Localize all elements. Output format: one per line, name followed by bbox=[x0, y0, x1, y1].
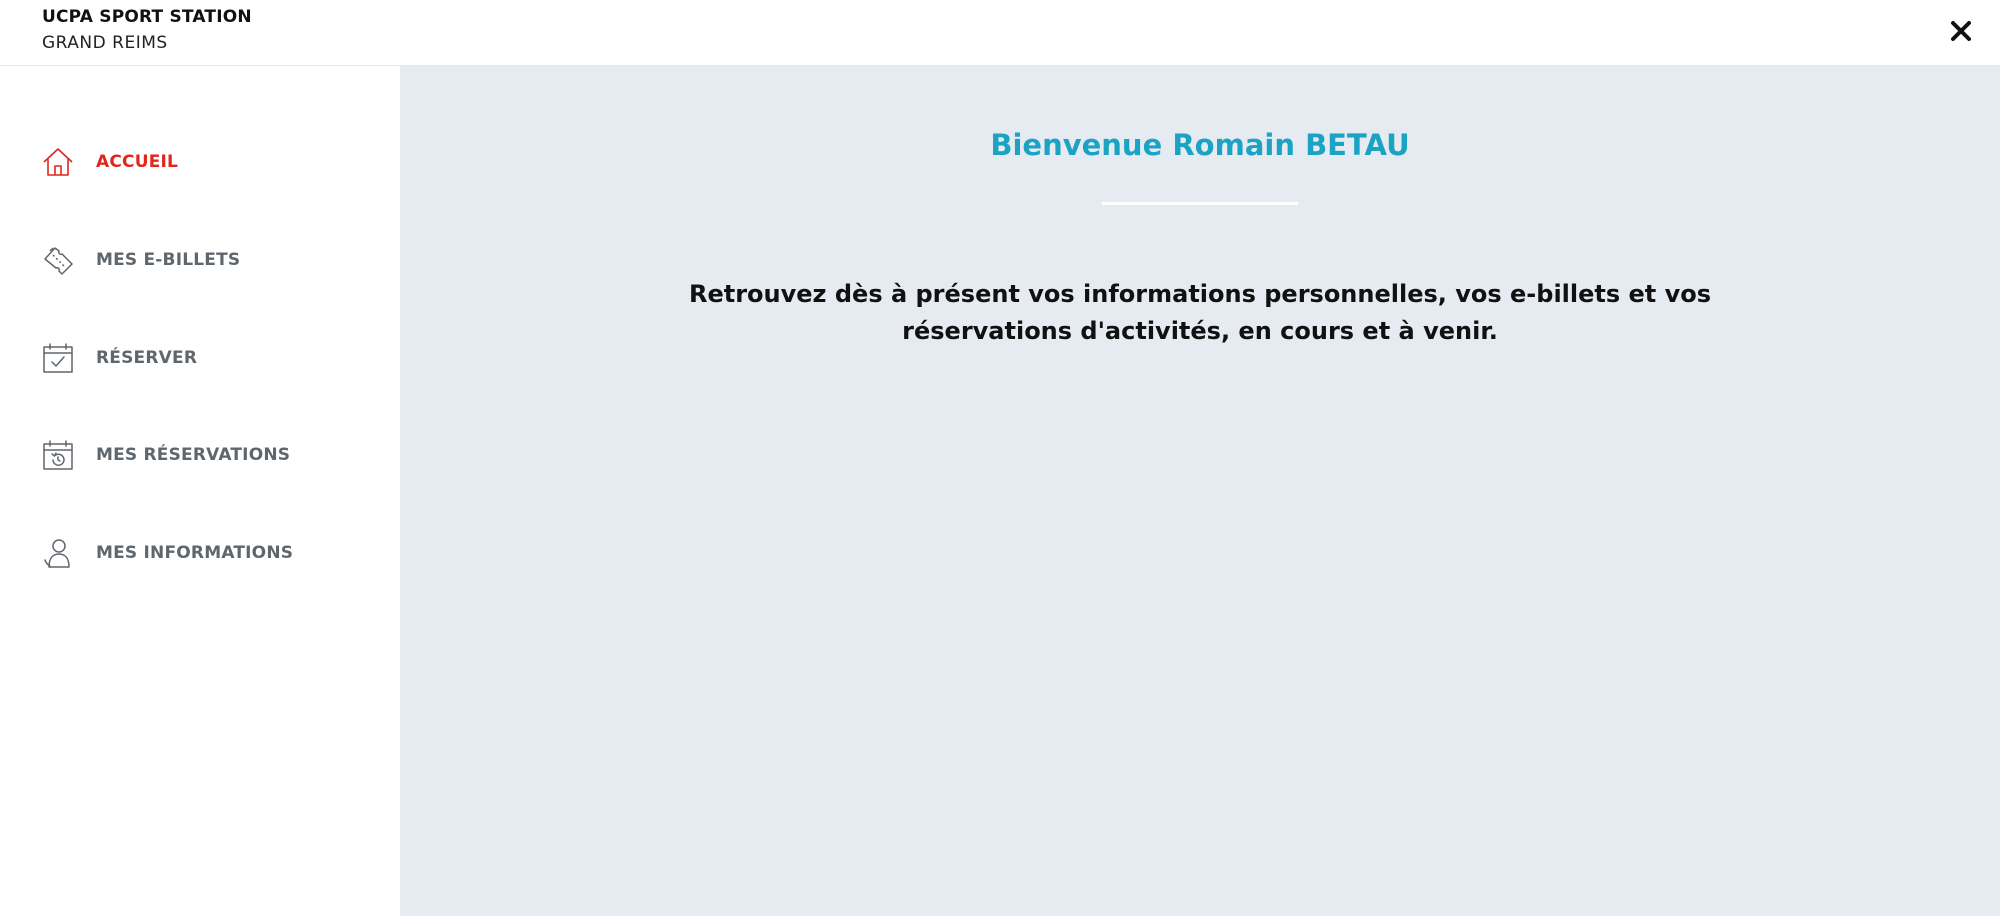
sidebar-item-reserver[interactable]: RÉSERVER bbox=[40, 336, 380, 380]
sidebar-item-label: ACCUEIL bbox=[96, 152, 179, 172]
sidebar-item-label: MES INFORMATIONS bbox=[96, 543, 294, 563]
main-content: Bienvenue Romain BETAU Retrouvez dès à p… bbox=[400, 66, 2000, 916]
calendar-history-icon bbox=[40, 437, 76, 473]
sidebar-item-label: RÉSERVER bbox=[96, 348, 198, 368]
top-header: UCPA SPORT STATION GRAND REIMS bbox=[0, 0, 2000, 66]
calendar-check-icon bbox=[40, 340, 76, 376]
intro-text: Retrouvez dès à présent vos informations… bbox=[688, 280, 1712, 345]
sidebar-item-mes-reservations[interactable]: MES RÉSERVATIONS bbox=[40, 433, 380, 477]
sidebar-nav: ACCUEIL MES E-BILLETS RÉSERVER MES RÉSER… bbox=[0, 66, 400, 916]
welcome-title: Bienvenue Romain BETAU bbox=[990, 128, 1410, 162]
user-icon bbox=[40, 535, 76, 571]
ticket-icon bbox=[40, 242, 76, 278]
sidebar-item-accueil[interactable]: ACCUEIL bbox=[40, 140, 380, 184]
close-icon bbox=[1951, 21, 1971, 41]
brand-title: UCPA SPORT STATION bbox=[42, 7, 252, 27]
title-divider bbox=[1102, 202, 1298, 205]
close-button[interactable] bbox=[1944, 14, 1978, 48]
home-icon bbox=[40, 144, 76, 180]
sidebar-item-label: MES E-BILLETS bbox=[96, 250, 241, 270]
sidebar-item-e-billets[interactable]: MES E-BILLETS bbox=[40, 238, 380, 282]
brand-subtitle: GRAND REIMS bbox=[42, 33, 168, 53]
sidebar-item-label: MES RÉSERVATIONS bbox=[96, 445, 291, 465]
sidebar-item-mes-informations[interactable]: MES INFORMATIONS bbox=[40, 531, 380, 575]
